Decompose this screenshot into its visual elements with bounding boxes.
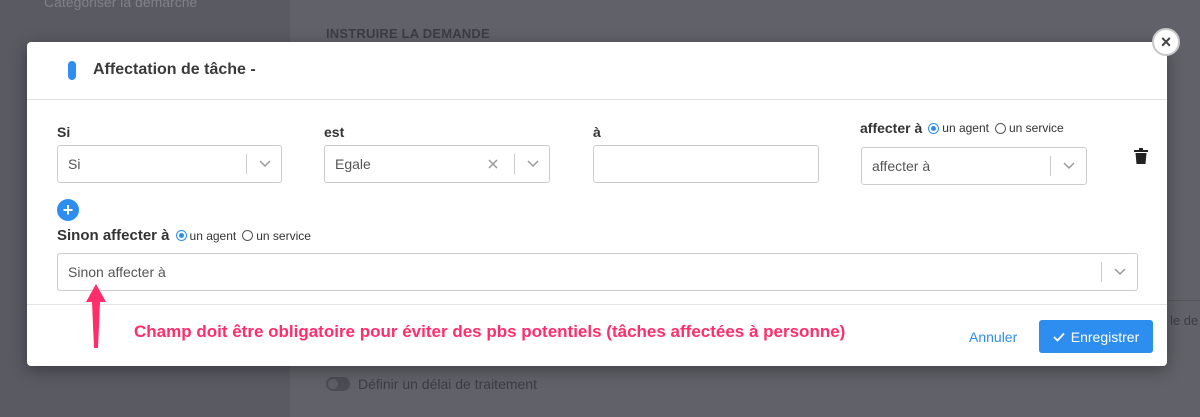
radio-service-label: un service [1008,121,1064,135]
modal-header: Affectation de tâche - [27,42,1167,100]
chevron-down-icon[interactable] [1062,158,1076,172]
est-select[interactable]: Egale [324,145,550,183]
background-toggle-row: Définir un délai de traitement [326,376,537,392]
chevron-down-icon[interactable] [258,156,272,170]
affecter-label: affecter à [860,120,923,136]
sinon-radio-agent-label: un agent [189,228,237,243]
sinon-radio-agent[interactable]: un agent [175,228,237,243]
sinon-radio-service-icon[interactable] [242,230,254,241]
si-label: Si [57,124,71,140]
annotation-text: Champ doit être obligatoire pour éviter … [134,322,846,341]
select-separator [1050,156,1051,176]
chevron-down-icon[interactable] [1113,264,1127,278]
background-toggle [326,377,350,391]
a-value-input[interactable] [593,145,819,183]
task-assignment-modal: Affectation de tâche - Si Si est Egale à… [27,42,1167,366]
sinon-select[interactable]: Sinon affecter à [57,253,1138,291]
annotation-arrow-icon [86,284,106,348]
si-select-value: Si [68,156,81,172]
close-modal-button[interactable]: × [1152,28,1180,56]
affecter-select[interactable]: affecter à [861,147,1087,185]
save-button-label: Enregistrer [1070,328,1140,345]
background-sidebar-link: Catégoriser la démarche [44,0,198,10]
radio-service[interactable]: un service [994,121,1064,135]
background-toggle-label: Définir un délai de traitement [358,376,537,392]
sinon-select-placeholder: Sinon affecter à [68,264,166,280]
select-separator [514,154,515,174]
plus-icon: + [62,200,74,220]
sinon-label: Sinon affecter à [57,227,170,244]
affecter-select-value: affecter à [872,158,931,174]
si-select[interactable]: Si [57,145,282,183]
a-label: à [593,124,601,140]
clear-icon[interactable] [487,158,499,170]
sinon-radio-service[interactable]: un service [242,229,311,243]
est-label: est [324,124,345,140]
background-section-heading: INSTRUIRE LA DEMANDE [326,26,490,41]
sinon-radio-agent-selected-icon[interactable] [175,230,187,241]
cancel-button[interactable]: Annuler [969,329,1017,345]
check-icon [1053,332,1065,342]
select-separator [246,154,247,174]
sinon-label-row: Sinon affecter à un agent un service [57,227,311,244]
radio-agent[interactable]: un agent [928,121,989,135]
trash-icon[interactable] [1134,148,1148,164]
save-button[interactable]: Enregistrer [1039,320,1153,353]
est-select-value: Egale [335,156,371,172]
radio-agent-label: un agent [942,121,989,135]
affecter-label-row: affecter à un agent un service [860,120,1064,136]
select-separator [1101,262,1102,282]
add-condition-button[interactable]: + [57,199,79,221]
footer-divider [27,304,1167,305]
close-icon: × [1160,31,1172,52]
title-accent-pill [68,61,76,80]
modal-title: Affectation de tâche - [93,61,256,78]
background-clipped-text: le de [1170,313,1199,328]
sinon-radio-service-label: un service [256,228,311,243]
chevron-down-icon[interactable] [526,156,540,170]
radio-agent-selected-icon[interactable] [928,122,940,134]
radio-service-icon[interactable] [994,122,1006,134]
